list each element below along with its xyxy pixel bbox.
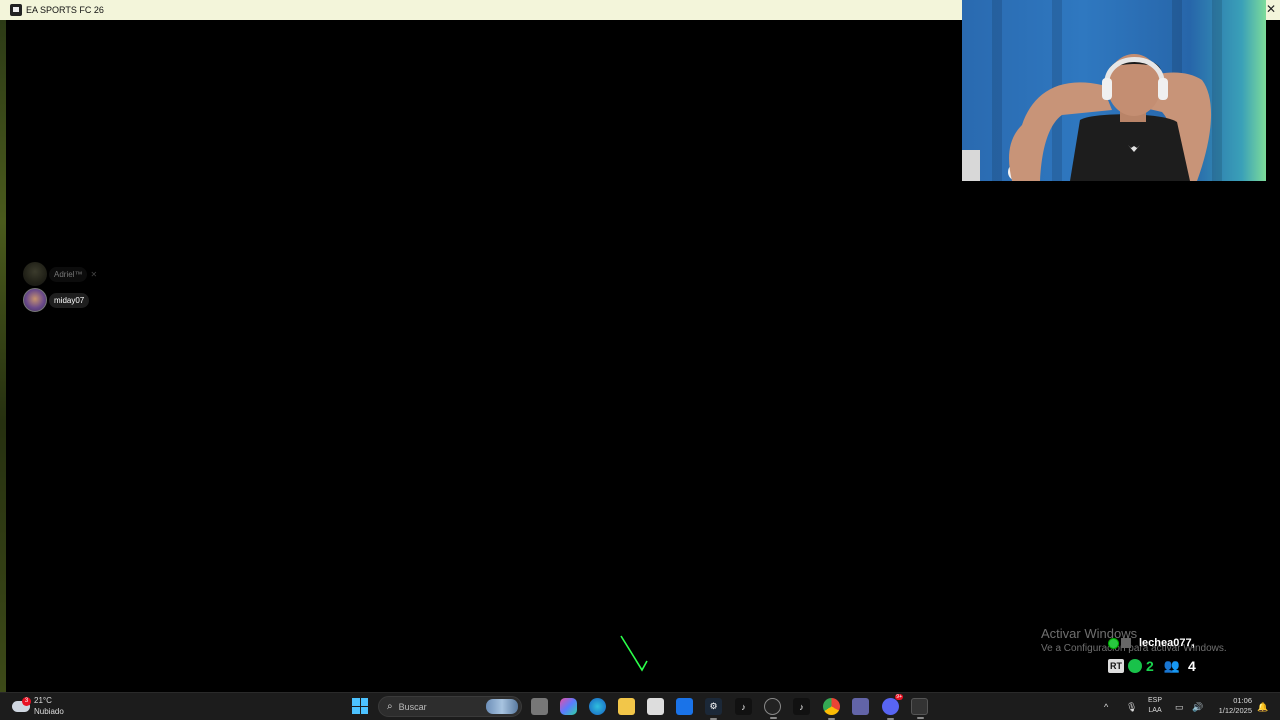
streamer-figure bbox=[962, 54, 1212, 181]
file-explorer-icon[interactable] bbox=[618, 698, 635, 715]
screen: EA SPORTS FC 26 ✕ Adriel™ ✕ miday07 Acti… bbox=[0, 0, 1280, 720]
network-icon[interactable]: ▭ bbox=[1175, 693, 1184, 720]
store-icon[interactable] bbox=[647, 698, 664, 715]
language-code: ESP bbox=[1148, 697, 1163, 704]
tiktok-live-icon[interactable]: ♪ bbox=[793, 698, 810, 715]
green-count: 2 bbox=[1146, 658, 1154, 674]
volume-icon[interactable]: 🔊 bbox=[1192, 693, 1203, 720]
overlay-username: lechea077, bbox=[1139, 637, 1195, 649]
discord-badge: 9+ bbox=[895, 694, 903, 700]
weather-temperature: 21°C bbox=[34, 696, 52, 705]
tiktok-icon[interactable]: ♪ bbox=[735, 698, 752, 715]
muted-icon: ✕ bbox=[90, 269, 98, 279]
notification-icon[interactable]: 🔔 bbox=[1257, 693, 1268, 720]
edge-icon[interactable] bbox=[589, 698, 606, 715]
app-icon bbox=[10, 4, 22, 16]
voice-user-name: miday07 bbox=[49, 292, 90, 308]
avatar bbox=[23, 288, 47, 312]
green-pointer-mark bbox=[620, 635, 648, 672]
teams-icon[interactable] bbox=[852, 698, 869, 715]
copilot-icon[interactable] bbox=[560, 698, 577, 715]
sound-icon bbox=[1128, 659, 1142, 673]
rt-button-icon: RT bbox=[1108, 659, 1124, 673]
close-button[interactable]: ✕ bbox=[1266, 2, 1276, 16]
system-clock[interactable]: 01:06 1/12/2025 bbox=[1210, 696, 1252, 716]
clock-date: 1/12/2025 bbox=[1218, 706, 1252, 715]
mail-icon[interactable] bbox=[676, 698, 693, 715]
weather-description: Nubiado bbox=[34, 707, 64, 716]
weather-badge: 3 bbox=[22, 696, 31, 706]
voice-user-name: Adriel™ bbox=[49, 266, 88, 282]
language-indicator[interactable]: ESP LAA bbox=[1148, 696, 1162, 716]
people-icon: 👥 bbox=[1163, 658, 1180, 673]
task-view-icon[interactable] bbox=[531, 698, 548, 715]
microphone-icon[interactable]: 🎙 bbox=[1126, 693, 1137, 720]
window-title: EA SPORTS FC 26 bbox=[26, 5, 104, 15]
people-count: 4 bbox=[1187, 658, 1196, 674]
avatar bbox=[23, 262, 47, 286]
ea-fc-icon[interactable] bbox=[911, 698, 928, 719]
overlay-player: lechea077, bbox=[1108, 637, 1195, 649]
steam-icon[interactable]: ⚙ bbox=[705, 698, 722, 720]
discord-icon[interactable]: 9+ bbox=[882, 694, 903, 720]
obs-icon[interactable] bbox=[764, 698, 781, 719]
voice-user-adriel[interactable]: Adriel™ ✕ bbox=[23, 262, 97, 286]
overlay-stats: RT 2 👥 4 bbox=[1108, 658, 1196, 674]
search-icon: ⌕ bbox=[387, 701, 393, 712]
search-placeholder: Buscar bbox=[398, 701, 427, 712]
cloud-icon: 3 bbox=[12, 696, 31, 712]
voice-user-miday[interactable]: miday07 bbox=[23, 288, 90, 312]
keyboard-layout: LAA bbox=[1148, 707, 1162, 714]
platform-icon bbox=[1121, 638, 1131, 648]
clock-time: 01:06 bbox=[1233, 696, 1252, 705]
tray-chevron[interactable]: ^ bbox=[1104, 693, 1108, 720]
taskbar-search[interactable]: ⌕ Buscar bbox=[378, 696, 522, 717]
weather-widget[interactable]: 3 21°C Nubiado bbox=[12, 695, 64, 717]
chrome-icon[interactable] bbox=[823, 698, 840, 720]
taskbar: 3 21°C Nubiado ⌕ Buscar ⚙ ♪ ♪ 9+ ^ 🎙 ESP… bbox=[0, 692, 1280, 720]
start-button[interactable] bbox=[352, 698, 368, 714]
online-status-icon bbox=[1108, 637, 1119, 649]
webcam-feed bbox=[962, 0, 1266, 181]
search-highlight-image bbox=[486, 699, 518, 714]
